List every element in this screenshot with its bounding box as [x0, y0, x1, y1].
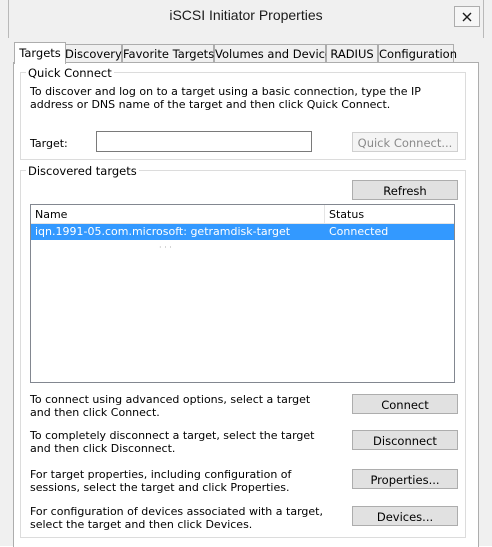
- column-header-name[interactable]: Name: [35, 208, 67, 221]
- list-header: Name Status: [31, 205, 454, 224]
- tab-configuration[interactable]: Configuration: [378, 44, 457, 63]
- target-row[interactable]: iqn.1991-05.com.microsoft: getramdisk-ta…: [31, 224, 454, 240]
- column-separator[interactable]: [324, 205, 325, 223]
- properties-button[interactable]: Properties...: [352, 469, 458, 489]
- tab-radius[interactable]: RADIUS: [326, 44, 378, 63]
- discovered-targets-group-title: Discovered targets: [26, 164, 139, 178]
- tab-favorite-targets[interactable]: Favorite Targets: [122, 44, 214, 63]
- tab-volumes-and-devices[interactable]: Volumes and Devices: [214, 44, 338, 63]
- close-icon: [462, 12, 472, 21]
- target-name: iqn.1991-05.com.microsoft: getramdisk-ta…: [35, 225, 291, 238]
- devices-button[interactable]: Devices...: [352, 506, 458, 526]
- tab-discovery[interactable]: Discovery: [64, 44, 122, 63]
- connect-description: To connect using advanced options, selec…: [30, 393, 311, 419]
- connect-button[interactable]: Connect: [352, 394, 458, 414]
- tab-targets[interactable]: Targets: [14, 42, 66, 64]
- quick-connect-button[interactable]: Quick Connect...: [352, 132, 458, 152]
- column-header-status[interactable]: Status: [329, 208, 364, 221]
- quick-connect-description: To discover and log on to a target using…: [30, 85, 421, 111]
- quick-connect-group-title: Quick Connect: [26, 66, 114, 80]
- refresh-button[interactable]: Refresh: [352, 180, 458, 200]
- target-input[interactable]: [96, 131, 312, 152]
- redaction-artifact: · · ·: [159, 243, 172, 252]
- target-status: Connected: [329, 225, 389, 238]
- disconnect-description: To completely disconnect a target, selec…: [30, 429, 315, 455]
- window-title: iSCSI Initiator Properties: [169, 7, 323, 23]
- close-button[interactable]: [454, 6, 480, 27]
- properties-description: For target properties, including configu…: [30, 468, 292, 494]
- target-label: Target:: [30, 137, 68, 150]
- window-border-right: [483, 0, 492, 546]
- devices-description: For configuration of devices associated …: [30, 505, 323, 531]
- disconnect-button[interactable]: Disconnect: [352, 430, 458, 450]
- discovered-targets-list[interactable]: Name Status iqn.1991-05.com.microsoft: g…: [30, 204, 455, 383]
